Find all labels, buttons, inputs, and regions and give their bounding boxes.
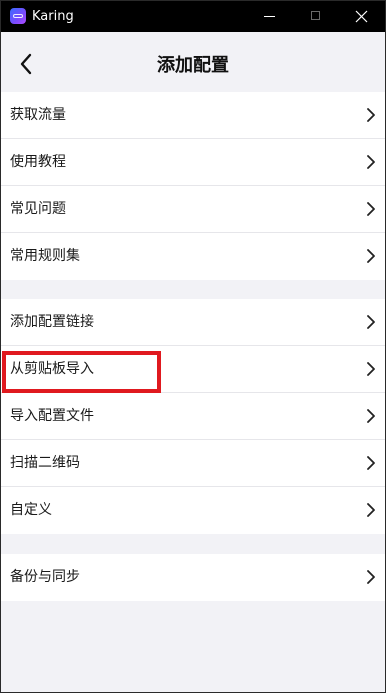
chevron-right-icon [367,315,375,329]
chevron-right-icon [367,456,375,470]
list-item-label: 导入配置文件 [10,408,94,424]
maximize-button[interactable] [293,1,338,32]
chevron-right-icon [367,155,375,169]
list-item-add-config-link[interactable]: 添加配置链接 [1,299,385,346]
list-item-scan-qr-code[interactable]: 扫描二维码 [1,440,385,487]
list-item-label: 备份与同步 [10,569,80,585]
menu-group-backup: 备份与同步 [1,554,385,601]
chevron-right-icon [367,108,375,122]
list-item-custom[interactable]: 自定义 [1,487,385,534]
app-logo-icon [10,8,26,24]
list-item-rulesets[interactable]: 常用规则集 [1,233,385,280]
close-button[interactable] [339,1,384,32]
list-item-label: 自定义 [10,502,52,518]
menu-group-resources: 获取流量 使用教程 常见问题 常用规则集 [1,92,385,280]
list-item-label: 常见问题 [10,201,66,217]
page-title: 添加配置 [157,55,229,76]
app-title: Karing [32,9,74,24]
list-item-label: 获取流量 [10,107,66,123]
chevron-right-icon [367,202,375,216]
chevron-right-icon [367,362,375,376]
list-item-get-traffic[interactable]: 获取流量 [1,92,385,139]
chevron-right-icon [367,503,375,517]
list-item-label: 添加配置链接 [10,314,94,330]
minimize-button[interactable] [247,1,292,32]
title-bar: Karing [1,1,385,32]
chevron-right-icon [367,249,375,263]
navigation-bar: 添加配置 [1,32,385,92]
chevron-right-icon [367,570,375,584]
list-item-backup-sync[interactable]: 备份与同步 [1,554,385,601]
close-icon [355,10,368,23]
app-window: Karing 添加配置 获取流量 使用教程 常见问题 常用规则集 添加配置链接 … [0,0,386,693]
list-item-import-from-clipboard[interactable]: 从剪贴板导入 [1,346,385,393]
list-item-faq[interactable]: 常见问题 [1,186,385,233]
chevron-right-icon [367,409,375,423]
list-item-import-config-file[interactable]: 导入配置文件 [1,393,385,440]
list-item-label: 使用教程 [10,154,66,170]
list-item-tutorial[interactable]: 使用教程 [1,139,385,186]
list-item-label: 常用规则集 [10,248,80,264]
list-item-label: 扫描二维码 [10,455,80,471]
menu-group-import: 添加配置链接 从剪贴板导入 导入配置文件 扫描二维码 自定义 [1,299,385,534]
list-item-label: 从剪贴板导入 [10,361,94,377]
